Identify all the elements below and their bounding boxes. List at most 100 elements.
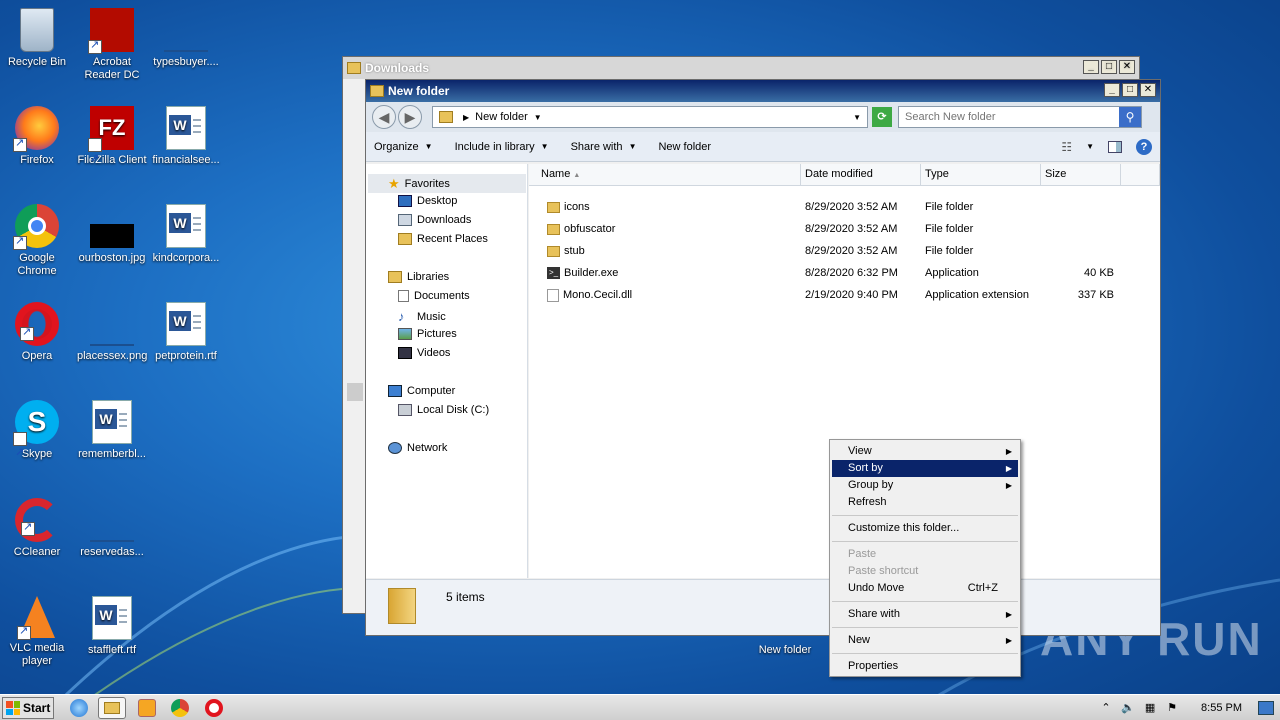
table-row[interactable]: obfuscator 8/29/2020 3:52 AM File folder	[529, 218, 1160, 240]
address-bar[interactable]: ▶ New folder ▼ ▼	[432, 106, 868, 128]
blank-file-icon	[90, 498, 134, 542]
table-row[interactable]: icons 8/29/2020 3:52 AM File folder	[529, 196, 1160, 218]
nav-recent-places[interactable]: Recent Places	[398, 233, 488, 245]
search-input[interactable]	[899, 111, 1119, 123]
desktop-icon-financialsee[interactable]: W financialsee...	[149, 106, 223, 167]
nav-music[interactable]: ♪ Music	[398, 309, 446, 324]
menu-item-group-by[interactable]: Group by ▶	[832, 477, 1018, 494]
desktop-icon-reservedas[interactable]: reservedas...	[75, 498, 149, 559]
maximize-button[interactable]: □	[1101, 60, 1117, 74]
breadcrumb-caret-icon[interactable]: ▶	[463, 113, 469, 122]
chrome-icon[interactable]	[171, 699, 189, 717]
desktop-icon-skype[interactable]: S Skype	[0, 400, 74, 475]
menu-separator	[832, 541, 1018, 542]
desktop-icon-opera[interactable]: Opera	[0, 302, 74, 363]
share-with-button[interactable]: Share with ▼	[571, 141, 637, 153]
clock[interactable]: 8:55 PM	[1201, 702, 1242, 714]
menu-item-sort-by[interactable]: Sort by ▶	[832, 460, 1018, 477]
explorer-window[interactable]: New folder _ □ ✕ ◀ ▶ ▶ New folder ▼ ▼ ⟳ …	[365, 79, 1161, 636]
column-header-extra	[1121, 164, 1160, 186]
column-header-type[interactable]: Type	[921, 164, 1041, 186]
menu-item-refresh[interactable]: Refresh	[832, 494, 1018, 511]
nav-network[interactable]: Network	[388, 442, 447, 454]
nav-computer[interactable]: Computer	[388, 385, 455, 397]
desktop-icon-placessex[interactable]: placessex.png	[75, 302, 149, 363]
nav-documents[interactable]: Documents	[398, 290, 470, 302]
desktop-icon-ourboston[interactable]: ourboston.jpg	[75, 204, 149, 265]
menu-item-new[interactable]: New ▶	[832, 632, 1018, 649]
volume-icon[interactable]: 🔈	[1121, 701, 1135, 715]
nav-libraries[interactable]: Libraries	[388, 271, 449, 283]
desktop-icon-recycle-bin[interactable]: Recycle Bin	[0, 8, 74, 69]
show-desktop-button[interactable]	[1258, 701, 1274, 715]
desktop-icon-firefox[interactable]: Firefox	[0, 106, 74, 167]
table-row[interactable]: >_ Builder.exe 8/28/2020 6:32 PM Applicat…	[529, 262, 1160, 284]
organize-button[interactable]: Organize ▼	[374, 141, 433, 153]
action-center-flag-icon[interactable]: ⚑	[1165, 701, 1179, 715]
blank-file-icon	[164, 8, 208, 52]
start-button[interactable]: Start	[2, 697, 54, 719]
nav-local-disk[interactable]: Local Disk (C:)	[398, 404, 489, 416]
desktop-icon-rememberbl[interactable]: W rememberbl...	[75, 400, 149, 461]
preview-pane-icon[interactable]	[1108, 140, 1122, 153]
address-dropdown-icon[interactable]: ▼	[534, 113, 542, 122]
address-history-icon[interactable]: ▼	[853, 113, 861, 122]
nav-desktop[interactable]: Desktop	[398, 195, 457, 207]
chevron-down-icon: ▼	[540, 142, 549, 151]
menu-item-customize[interactable]: Customize this folder...	[832, 520, 1018, 537]
sort-asc-icon: ▲	[573, 172, 581, 179]
submenu-arrow-icon: ▶	[1005, 481, 1012, 490]
opera-icon[interactable]	[205, 699, 223, 717]
table-row[interactable]: stub 8/29/2020 3:52 AM File folder	[529, 240, 1160, 262]
desktop-icon-ccleaner[interactable]: CCleaner	[0, 498, 74, 559]
desktop-icon-staffleft[interactable]: W staffleft.rtf	[75, 596, 149, 657]
desktop-icon-kindcorpora[interactable]: W kindcorpora...	[149, 204, 223, 265]
maximize-button[interactable]: □	[1122, 83, 1138, 97]
internet-explorer-icon[interactable]	[70, 699, 88, 717]
show-hidden-icons-icon[interactable]: ⌃	[1099, 701, 1113, 715]
refresh-icon[interactable]: ⟳	[872, 107, 892, 127]
nav-pictures[interactable]: Pictures	[398, 328, 457, 340]
minimize-button[interactable]: _	[1083, 60, 1099, 74]
nav-videos[interactable]: Videos	[398, 347, 450, 359]
desktop-icon-typesbuyer[interactable]: typesbuyer....	[149, 8, 223, 69]
close-button[interactable]: ✕	[1140, 83, 1156, 97]
view-options-icon[interactable]: ☷	[1061, 140, 1072, 154]
ccleaner-icon	[15, 498, 59, 542]
search-box[interactable]: ⚲	[898, 106, 1142, 128]
desktop-icon-chrome[interactable]: Google Chrome	[0, 204, 74, 278]
new-folder-button[interactable]: New folder	[658, 141, 711, 153]
computer-icon	[388, 385, 402, 397]
close-button[interactable]: ✕	[1119, 60, 1135, 74]
help-icon[interactable]: ?	[1136, 138, 1152, 155]
include-in-library-button[interactable]: Include in library ▼	[455, 141, 549, 153]
view-dropdown-icon[interactable]: ▼	[1086, 142, 1094, 151]
menu-item-properties[interactable]: Properties	[832, 658, 1018, 675]
folder-icon	[547, 223, 560, 235]
search-icon[interactable]: ⚲	[1119, 107, 1141, 127]
nav-downloads[interactable]: Downloads	[398, 214, 471, 226]
column-header-name[interactable]: Name ▲	[529, 164, 801, 186]
submenu-arrow-icon: ▶	[1005, 610, 1012, 619]
nav-favorites[interactable]: ★ Favorites	[388, 176, 450, 192]
back-arrow-icon[interactable]: ◀	[372, 105, 396, 129]
explorer-titlebar[interactable]: New folder _ □ ✕	[366, 80, 1160, 102]
menu-item-view[interactable]: View ▶	[832, 443, 1018, 460]
explorer-taskbar-button[interactable]	[98, 697, 126, 719]
desktop-icon-filezilla[interactable]: FZ FileZilla Client	[75, 106, 149, 181]
downloads-titlebar[interactable]: Downloads _ □ ✕	[343, 57, 1139, 79]
media-player-icon[interactable]	[138, 699, 156, 717]
desktop-icon-acrobat[interactable]: Acrobat Reader DC	[75, 8, 149, 82]
table-row[interactable]: Mono.Cecil.dll 2/19/2020 9:40 PM Applica…	[529, 284, 1160, 306]
desktop-icon-vlc[interactable]: VLC media player	[0, 596, 74, 668]
column-header-size[interactable]: Size	[1041, 164, 1121, 186]
forward-arrow-icon[interactable]: ▶	[398, 105, 422, 129]
desktop-icon-petprotein[interactable]: W petprotein.rtf	[149, 302, 223, 363]
network-tray-icon[interactable]: ▦	[1143, 701, 1157, 715]
scroll-fragment	[347, 383, 363, 401]
menu-item-share-with[interactable]: Share with ▶	[832, 606, 1018, 623]
minimize-button[interactable]: _	[1104, 83, 1120, 97]
context-menu: View ▶ Sort by ▶ Group by ▶ Refresh Customi…	[829, 439, 1021, 677]
column-header-date[interactable]: Date modified	[801, 164, 921, 186]
menu-item-undo-move[interactable]: Undo Move Ctrl+Z	[832, 580, 1018, 597]
